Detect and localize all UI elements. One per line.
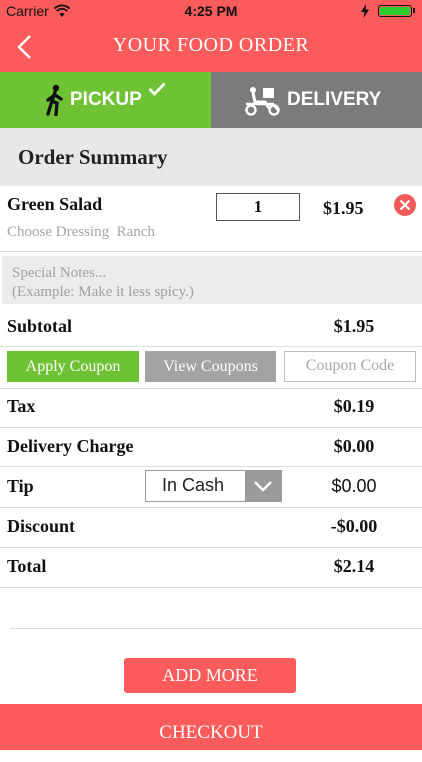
total-label: Total [7,556,47,576]
tax-label: Tax [7,396,36,416]
tab-delivery-label: DELIVERY [287,89,382,110]
charging-icon [361,4,369,18]
total-value: $2.14 [333,556,375,576]
divider [0,587,422,588]
discount-value: -$0.00 [330,516,378,536]
page-title: YOUR FOOD ORDER [112,34,310,56]
subtotal-label: Subtotal [7,316,73,336]
battery-icon [378,5,412,17]
divider [0,466,422,467]
quantity-input[interactable]: 1 [216,193,300,221]
delivery-charge-label: Delivery Charge [7,436,134,456]
tip-label: Tip [7,476,34,496]
checkout-button[interactable]: CHECKOUT [0,704,422,750]
divider [0,507,422,508]
walking-person-icon [46,84,63,116]
notes-placeholder-line1: Special Notes... [12,265,107,281]
order-summary-title: Order Summary [18,145,168,169]
coupon-code-input[interactable]: Coupon Code [284,351,416,382]
subtotal-value: $1.95 [333,316,375,336]
remove-item-icon[interactable] [394,194,416,216]
apply-coupon-button[interactable]: Apply Coupon [7,351,139,382]
add-more-button[interactable]: ADD MORE [124,658,296,693]
divider [0,346,422,347]
divider [0,427,422,428]
tab-pickup-label: PICKUP [70,89,142,110]
delivery-charge-value: $0.00 [333,436,375,456]
tip-value: $0.00 [331,476,377,496]
tip-dropdown-toggle[interactable] [245,471,281,501]
tip-selected-value: In Cash [162,475,225,495]
order-summary-header: Order Summary [0,128,422,186]
divider [0,251,422,252]
divider [10,628,422,629]
tab-pickup[interactable]: PICKUP [0,72,211,128]
item-price: $1.95 [323,198,364,218]
discount-label: Discount [7,516,76,536]
tip-select[interactable]: In Cash [145,470,282,502]
divider [0,388,422,389]
delivery-scooter-icon [245,87,280,116]
status-bar: Carrier 4:25 PM [0,0,422,22]
divider [0,547,422,548]
special-notes-input[interactable]: Special Notes... (Example: Make it less … [2,256,422,304]
chevron-down-icon [254,481,272,492]
item-options[interactable]: Choose Dressing Ranch [7,224,155,241]
notes-placeholder-line2: (Example: Make it less spicy.) [12,284,194,300]
status-time: 4:25 PM [184,3,238,19]
checkmark-icon [148,82,166,96]
tax-value: $0.19 [333,396,375,416]
tab-delivery[interactable]: DELIVERY [211,72,422,128]
view-coupons-button[interactable]: View Coupons [145,351,276,382]
item-name: Green Salad [7,194,103,214]
nav-bar: YOUR FOOD ORDER [0,22,422,72]
